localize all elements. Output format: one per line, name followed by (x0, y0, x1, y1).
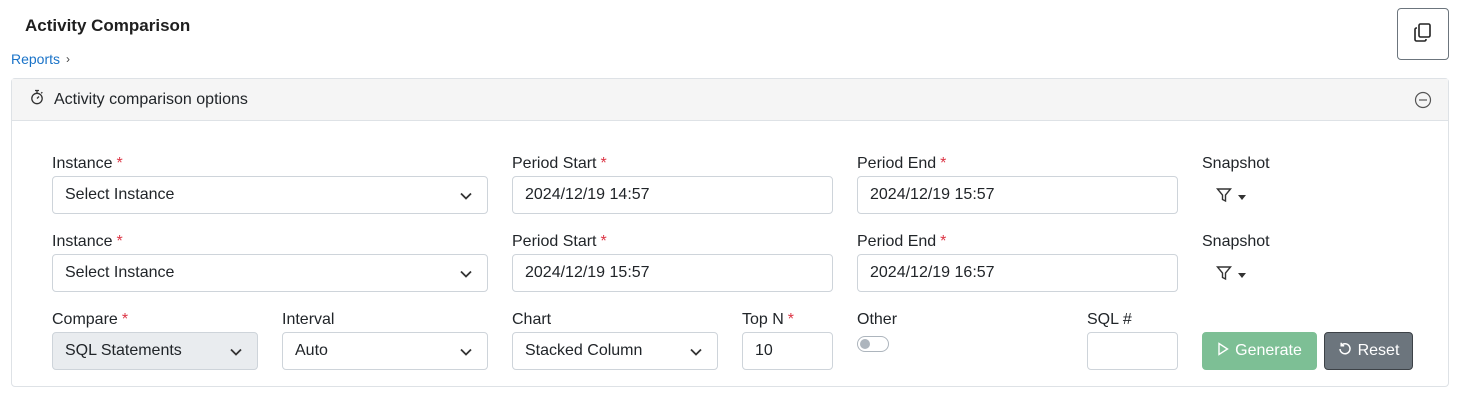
generate-button[interactable]: Generate (1202, 332, 1317, 370)
breadcrumb: Reports › (11, 51, 70, 67)
filter-icon (1216, 265, 1232, 286)
snapshot-label-2: Snapshot (1202, 233, 1270, 250)
copy-icon (1412, 21, 1434, 48)
chevron-down-icon (229, 345, 243, 364)
reset-button[interactable]: Reset (1324, 332, 1413, 370)
period-start-input-2[interactable]: 2024/12/19 15:57 (512, 254, 833, 292)
interval-select-value: Auto (295, 342, 328, 359)
topn-label: Top N * (742, 311, 795, 328)
chart-label: Chart (512, 311, 552, 328)
copy-button[interactable] (1397, 8, 1449, 60)
chart-select[interactable]: Stacked Column (512, 332, 718, 370)
play-icon (1217, 341, 1229, 361)
generate-button-label: Generate (1235, 342, 1302, 359)
sql-number-input[interactable] (1087, 332, 1178, 370)
chevron-down-icon (689, 345, 703, 364)
minus-circle-icon[interactable] (1414, 91, 1432, 114)
compare-select[interactable]: SQL Statements (52, 332, 258, 370)
snapshot-label-1: Snapshot (1202, 155, 1270, 172)
period-end-input-1[interactable]: 2024/12/19 15:57 (857, 176, 1178, 214)
period-start-label-2: Period Start * (512, 233, 607, 250)
compare-select-value: SQL Statements (65, 342, 182, 359)
other-label: Other (857, 311, 898, 328)
instance-select-2[interactable]: Select Instance (52, 254, 488, 292)
period-end-label-2: Period End * (857, 233, 947, 250)
instance-select-1[interactable]: Select Instance (52, 176, 488, 214)
instance-label-1: Instance * (52, 155, 123, 172)
period-start-input-1[interactable]: 2024/12/19 14:57 (512, 176, 833, 214)
stopwatch-icon (30, 89, 44, 110)
snapshot-filter-button-1[interactable] (1216, 187, 1246, 208)
chevron-down-icon (459, 345, 473, 364)
undo-icon (1338, 342, 1352, 361)
toggle-knob (860, 339, 870, 349)
breadcrumb-reports-link[interactable]: Reports (11, 51, 60, 67)
interval-select[interactable]: Auto (282, 332, 488, 370)
period-end-label-1: Period End * (857, 155, 947, 172)
interval-label: Interval (282, 311, 335, 328)
topn-input[interactable]: 10 (742, 332, 833, 370)
snapshot-filter-button-2[interactable] (1216, 265, 1246, 286)
reset-button-label: Reset (1357, 342, 1400, 359)
period-end-input-2[interactable]: 2024/12/19 16:57 (857, 254, 1178, 292)
filter-icon (1216, 187, 1232, 208)
caret-down-icon (1238, 273, 1246, 278)
chart-select-value: Stacked Column (525, 342, 643, 359)
sql-number-label: SQL # (1087, 311, 1132, 328)
other-toggle[interactable] (857, 336, 889, 352)
period-start-label-1: Period Start * (512, 155, 607, 172)
instance-label-2: Instance * (52, 233, 123, 250)
compare-label: Compare * (52, 311, 129, 328)
options-panel-header[interactable]: Activity comparison options (12, 79, 1448, 121)
options-panel-title: Activity comparison options (54, 90, 248, 108)
breadcrumb-separator: › (66, 52, 71, 66)
page-title: Activity Comparison (25, 16, 191, 35)
chevron-down-icon (459, 189, 473, 208)
caret-down-icon (1238, 195, 1246, 200)
instance-select-1-value: Select Instance (65, 186, 175, 203)
chevron-down-icon (459, 267, 473, 286)
instance-select-2-value: Select Instance (65, 264, 175, 281)
